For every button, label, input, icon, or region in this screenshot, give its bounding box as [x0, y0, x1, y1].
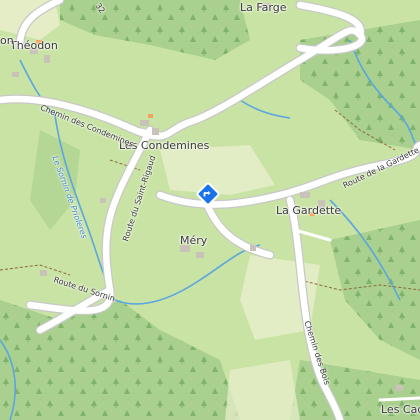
directions-diamond-icon: [196, 182, 220, 206]
map-view[interactable]: Théodon La Farge Les Condemines Méry La …: [0, 0, 420, 420]
map-base: [0, 0, 420, 420]
place-label-les-cad[interactable]: Les Cad: [381, 404, 420, 415]
place-label-partial: on: [0, 34, 14, 47]
place-label-theodon[interactable]: Théodon: [10, 40, 58, 51]
place-label-mery[interactable]: Méry: [180, 235, 207, 246]
place-label-la-farge[interactable]: La Farge: [240, 2, 287, 13]
directions-marker[interactable]: [196, 182, 220, 206]
place-label-la-gardette[interactable]: La Gardette: [276, 205, 341, 216]
